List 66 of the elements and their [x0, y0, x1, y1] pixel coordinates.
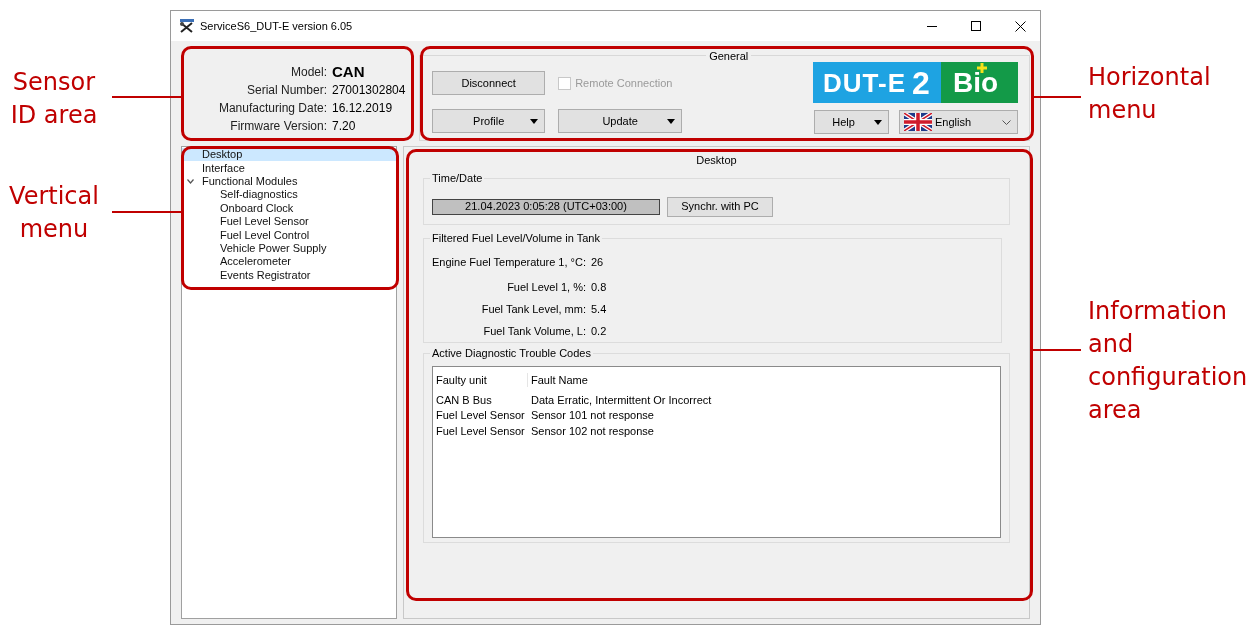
annotation-label: Information and configuration area — [1088, 296, 1247, 426]
update-dropdown-button[interactable]: Update — [558, 109, 683, 133]
logo-numeral: 2 — [912, 66, 930, 99]
group-title: Active Diagnostic Trouble Codes — [430, 346, 593, 360]
close-icon — [1015, 20, 1026, 32]
plus-icon — [977, 63, 987, 73]
field-label: Model: — [289, 64, 327, 81]
leader-line — [1034, 96, 1081, 98]
tree-item[interactable]: Self-diagnostics — [182, 188, 302, 202]
window-title: ServiceS6_DUT-E version 6.05 — [200, 18, 353, 34]
field-label: Fuel Tank Level, mm: — [480, 302, 586, 316]
help-dropdown-button[interactable]: Help — [814, 110, 889, 134]
panel-title: Desktop — [696, 154, 737, 166]
column-header[interactable]: Fault Name — [528, 372, 588, 387]
group-title: Filtered Fuel Level/Volume in Tank — [430, 231, 602, 245]
tree-item[interactable]: Onboard Clock — [182, 201, 298, 215]
field-value: 0.8 — [591, 280, 607, 294]
annotation-label: Horizontal menu — [1088, 62, 1212, 126]
datetime-field[interactable]: 21.04.2023 0:05:28 (UTC+03:00) — [432, 198, 660, 215]
field-label: Fuel Level 1, %: — [506, 280, 586, 294]
leader-line — [1033, 349, 1081, 351]
field-value: 7.20 — [332, 118, 357, 135]
field-value: 16.12.2019 — [332, 100, 394, 117]
field-value: CAN — [332, 63, 366, 81]
sync-button[interactable]: Synchr. with PC — [667, 196, 773, 217]
tree-item[interactable]: Interface — [182, 161, 249, 175]
field-value: 26 — [591, 255, 605, 269]
table-cell-text: Fuel Level Sensor — [436, 423, 526, 438]
annotation-label: Sensor ID area — [9, 67, 99, 131]
field-label: Fuel Tank Volume, L: — [482, 324, 586, 338]
group-title: Time/Date — [430, 171, 485, 185]
tree-item[interactable]: Vehicle Power Supply — [182, 241, 331, 255]
caret-icon — [667, 119, 676, 124]
leader-line — [112, 211, 181, 213]
chevron-down-icon — [1002, 119, 1011, 125]
caret-icon — [530, 119, 539, 124]
caret-icon — [874, 120, 882, 125]
logo-text: DUT-E — [823, 69, 906, 96]
checkbox-label: Remote Connection — [575, 75, 673, 91]
table-cell-text: CAN B Bus — [436, 392, 493, 407]
language-dropdown[interactable]: English — [899, 110, 1018, 134]
maximize-icon — [971, 21, 981, 31]
table-cell-text: Data Erratic, Intermittent Or Incorrect — [530, 392, 712, 407]
profile-dropdown-button[interactable]: Profile — [432, 109, 546, 133]
column-header[interactable]: Faulty unit — [436, 372, 528, 387]
field-label: Serial Number: — [245, 82, 327, 99]
field-label: Engine Fuel Temperature 1, °C: — [432, 255, 586, 269]
leader-line — [112, 96, 181, 98]
app-icon — [179, 19, 195, 33]
field-value: 0.2 — [591, 324, 607, 338]
tree-item[interactable]: Fuel Level Sensor — [182, 215, 313, 229]
tree-item[interactable]: Events Registrator — [182, 268, 315, 282]
logo-badge-text: Bio — [953, 68, 999, 97]
field-value: 27001302804 — [332, 82, 407, 99]
table-cell-text: Sensor 101 not response — [530, 408, 654, 423]
tree-item[interactable]: Accelerometer — [182, 255, 295, 269]
flag-icon — [904, 113, 932, 131]
field-value: 5.4 — [591, 302, 607, 316]
tree-item[interactable]: Functional Modules — [202, 174, 302, 188]
disconnect-button[interactable]: Disconnect — [432, 71, 546, 95]
field-label: Firmware Version: — [229, 118, 327, 135]
annotation-label: Vertical menu — [8, 181, 100, 245]
table-cell-text: Fuel Level Sensor — [436, 408, 526, 423]
field-label: Manufacturing Date: — [217, 100, 327, 117]
table-cell-text: Sensor 102 not response — [530, 423, 654, 438]
tree-item[interactable]: Fuel Level Control — [182, 228, 314, 242]
